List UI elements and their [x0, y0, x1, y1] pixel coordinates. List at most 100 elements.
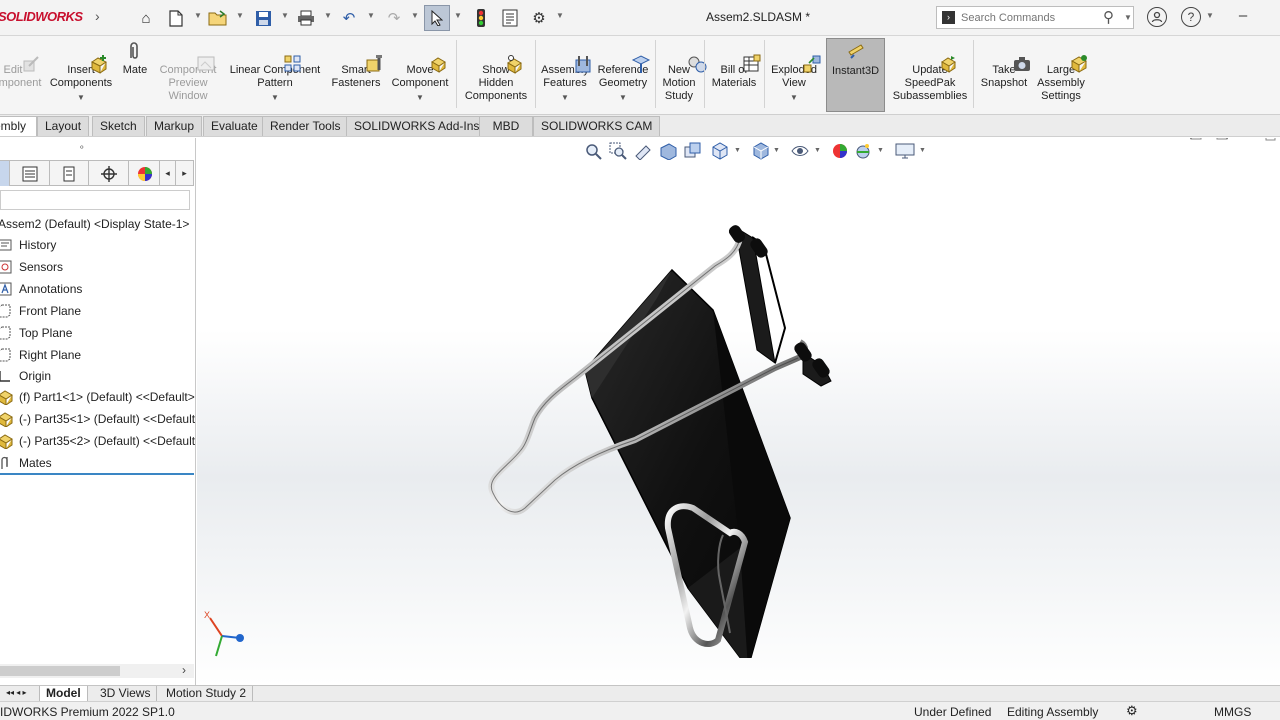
dimxpert-manager-icon[interactable]	[90, 161, 129, 186]
assembly-features-caret-icon[interactable]: ▼	[561, 91, 569, 104]
apply-scene-icon[interactable]	[854, 142, 872, 163]
bottom-tab-arrows-icon[interactable]: ◂◂ ◂ ▸ ▸▸	[0, 686, 40, 711]
print-dropdown-caret-icon[interactable]: ▼	[324, 11, 332, 20]
tab-render-tools[interactable]: Render Tools	[262, 116, 349, 136]
assembly-features-button[interactable]: Assembly Features ▼	[538, 38, 592, 112]
binder-clip-model[interactable]	[485, 218, 905, 658]
bill-of-materials-button[interactable]: Bill of Materials	[707, 38, 761, 112]
select-pointer-icon[interactable]	[424, 5, 450, 31]
tree-root-assembly[interactable]: Assem2 (Default) <Display State-1>	[0, 217, 189, 231]
linear-component-pattern-button[interactable]: Linear Component Pattern ▼	[226, 38, 324, 112]
print-icon[interactable]	[295, 7, 317, 29]
tab-sketch[interactable]: Sketch	[92, 116, 145, 136]
display-style-caret-icon[interactable]: ▼	[773, 147, 780, 154]
undo-dropdown-caret-icon[interactable]: ▼	[367, 11, 375, 20]
linear-pattern-caret-icon[interactable]: ▼	[271, 91, 279, 104]
tree-item-right-plane[interactable]: Right Plane	[0, 345, 81, 365]
options-gear-icon[interactable]: ⚙	[528, 7, 550, 29]
update-speedpak-button[interactable]: Update SpeedPak Subassemblies	[890, 38, 970, 112]
panel-grip-icon[interactable]: ⚬	[78, 142, 86, 153]
dynamic-annotation-views-icon[interactable]	[684, 142, 702, 163]
viewport-tile-icon[interactable]	[1215, 138, 1229, 144]
tree-filter-field[interactable]	[0, 190, 190, 210]
edit-appearance-icon[interactable]	[831, 142, 849, 163]
view-settings-monitor-icon[interactable]	[895, 142, 915, 163]
status-units[interactable]: MMGS	[1214, 705, 1251, 719]
move-component-button[interactable]: Move Component ▼	[388, 38, 452, 112]
viewport-restore-icon[interactable]	[1189, 138, 1203, 144]
tab-evaluate[interactable]: Evaluate	[203, 116, 266, 136]
tab-assembly[interactable]: Assembly	[0, 116, 37, 136]
new-motion-study-button[interactable]: New Motion Study	[657, 38, 707, 112]
tree-item-top-plane[interactable]: Top Plane	[0, 323, 72, 343]
rebuild-traffic-light-icon[interactable]	[470, 7, 492, 29]
tab-3d-views[interactable]: 3D Views	[94, 686, 158, 701]
tree-item-mates[interactable]: Mates	[0, 453, 52, 473]
search-commands-box[interactable]: › ⚲ ▼	[936, 6, 1134, 29]
open-dropdown-caret-icon[interactable]: ▼	[236, 11, 244, 20]
zoom-to-area-icon[interactable]	[609, 142, 627, 163]
configuration-manager-icon[interactable]	[50, 161, 89, 186]
redo-dropdown-caret-icon[interactable]: ▼	[411, 11, 419, 20]
tab-markup[interactable]: Markup	[146, 116, 203, 136]
exploded-view-button[interactable]: Exploded View ▼	[767, 38, 821, 112]
status-customize-icon[interactable]: ⚙	[1126, 703, 1138, 719]
tab-mbd[interactable]: MBD	[479, 116, 533, 136]
menu-expand-arrow-icon[interactable]: ›	[95, 8, 100, 24]
scrollbar-thumb[interactable]	[0, 666, 120, 676]
tree-item-front-plane[interactable]: Front Plane	[0, 301, 81, 321]
tree-item-history[interactable]: History	[0, 235, 56, 255]
new-dropdown-caret-icon[interactable]: ▼	[194, 11, 202, 20]
search-input[interactable]	[961, 10, 1101, 26]
solidworks-logo[interactable]: SOLIDWORKS	[0, 9, 83, 24]
move-component-caret-icon[interactable]: ▼	[416, 91, 424, 104]
edit-component-button[interactable]: Edit Component	[0, 38, 41, 112]
tab-solidworks-addins[interactable]: SOLIDWORKS Add-Ins	[346, 116, 488, 136]
insert-components-caret-icon[interactable]: ▼	[77, 91, 85, 104]
tree-item-part35-1[interactable]: (-) Part35<1> (Default) <<Default	[0, 409, 195, 429]
help-dropdown-caret-icon[interactable]: ▼	[1206, 11, 1214, 20]
panel-horizontal-scrollbar[interactable]: ›	[0, 663, 194, 678]
show-hidden-components-button[interactable]: Show Hidden Components	[460, 38, 532, 112]
mate-button[interactable]: Mate	[118, 38, 152, 112]
smart-fasteners-button[interactable]: Smart Fasteners	[328, 38, 384, 112]
tab-layout[interactable]: Layout	[37, 116, 90, 136]
large-assembly-settings-button[interactable]: Large Assembly Settings	[1033, 38, 1089, 112]
hide-show-caret-icon[interactable]: ▼	[814, 147, 821, 154]
tab-solidworks-cam[interactable]: SOLIDWORKS CAM	[533, 116, 661, 136]
display-manager-icon[interactable]	[130, 161, 160, 186]
view-orientation-caret-icon[interactable]: ▼	[734, 147, 741, 154]
open-folder-icon[interactable]	[207, 7, 229, 29]
graphics-area[interactable]: ▼ ▼ ▼ ▼ ▼ X	[197, 138, 1280, 685]
new-document-icon[interactable]	[165, 7, 187, 29]
home-icon[interactable]: ⌂	[135, 7, 157, 29]
viewport-maximize-icon[interactable]	[1265, 138, 1279, 144]
take-snapshot-button[interactable]: Take Snapshot	[977, 38, 1031, 112]
section-view-icon[interactable]	[659, 142, 677, 163]
select-dropdown-caret-icon[interactable]: ▼	[454, 11, 462, 20]
tab-motion-study-2[interactable]: Motion Study 2	[160, 686, 254, 701]
instant3d-button[interactable]: Instant3D	[826, 38, 885, 112]
tree-item-origin[interactable]: Origin	[0, 366, 51, 386]
help-icon[interactable]: ?	[1181, 7, 1201, 27]
display-style-icon[interactable]	[752, 142, 770, 163]
tree-item-part35-2[interactable]: (-) Part35<2> (Default) <<Default	[0, 431, 195, 451]
zoom-to-fit-icon[interactable]	[584, 142, 602, 163]
scroll-right-arrow-icon[interactable]: ›	[182, 663, 186, 677]
options-dropdown-caret-icon[interactable]: ▼	[556, 11, 564, 20]
view-settings-caret-icon[interactable]: ▼	[919, 147, 926, 154]
search-dropdown-caret-icon[interactable]: ▼	[1124, 13, 1132, 22]
property-manager-icon[interactable]	[11, 161, 50, 186]
view-orientation-icon[interactable]	[711, 142, 729, 163]
feature-manager-tree-icon[interactable]	[0, 161, 10, 186]
exploded-view-caret-icon[interactable]: ▼	[790, 91, 798, 104]
search-icon[interactable]: ⚲	[1103, 8, 1114, 26]
tree-item-part1[interactable]: (f) Part1<1> (Default) <<Default>	[0, 387, 195, 407]
save-dropdown-caret-icon[interactable]: ▼	[281, 11, 289, 20]
redo-icon[interactable]: ↷	[383, 7, 405, 29]
previous-view-icon[interactable]	[634, 142, 652, 163]
minimize-window-icon[interactable]: –	[1232, 4, 1254, 26]
user-account-icon[interactable]	[1147, 7, 1167, 27]
tab-model[interactable]: Model	[40, 686, 88, 701]
panel-scroll-right-icon[interactable]: ▸	[176, 161, 194, 186]
